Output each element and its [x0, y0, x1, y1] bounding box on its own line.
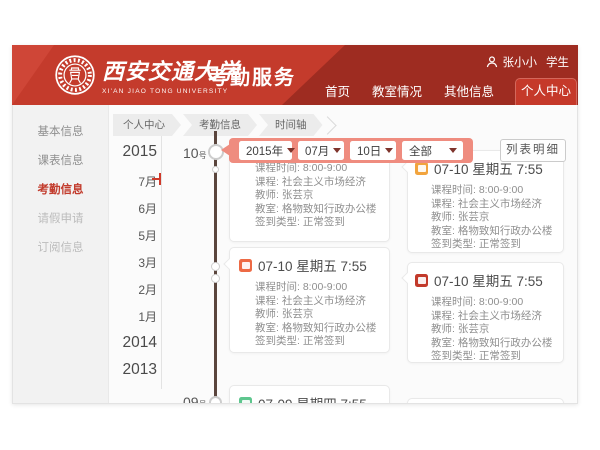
scale-year-2014[interactable]: 2014	[123, 334, 157, 352]
attendance-card-2: 07-10 星期五 7:55 课程时间: 8:00-9:00 课程: 社会主义市…	[229, 247, 390, 353]
nav-tab-personal-center-active[interactable]: 个人中心	[515, 78, 577, 105]
caret-down-icon	[385, 148, 393, 153]
attendance-card-3-partial: 07-09 星期四 7:55	[229, 385, 390, 404]
timeline-dot-small	[212, 166, 219, 173]
calendar-ok-icon	[239, 397, 252, 405]
breadcrumb-attendance-info[interactable]: 考勤信息	[183, 114, 257, 136]
month-scale: 2015 7月 6月 5月 3月 2月 1月 2014 2013	[71, 105, 159, 404]
scale-year-2013[interactable]: 2013	[123, 361, 157, 379]
timeline-dot-day09	[209, 396, 222, 405]
calendar-absent-icon	[415, 274, 428, 287]
list-detail-button[interactable]: 列表明细	[500, 139, 566, 162]
breadcrumb-timeline[interactable]: 时间轴	[259, 114, 323, 136]
university-emblem-logo	[54, 54, 96, 96]
scale-month-jan[interactable]: 1月	[138, 308, 157, 325]
card-date-title: 07-09 星期四 7:55	[258, 393, 367, 404]
month-select[interactable]: 07月	[298, 141, 344, 160]
user-info[interactable]: 张小小 学生	[486, 54, 570, 70]
person-icon	[486, 56, 498, 68]
month-scale-axis	[161, 136, 162, 389]
page: 西安交通大学 XI'AN JIAO TONG UNIVERSITY 考勤服务 张…	[0, 0, 600, 450]
day-label-09: 09号	[183, 394, 207, 404]
app-header: 西安交通大学 XI'AN JIAO TONG UNIVERSITY 考勤服务 张…	[12, 45, 578, 105]
card-date-title: 07-10 星期五 7:55	[258, 255, 367, 275]
service-title: 考勤服务	[208, 61, 296, 90]
filter-bar: 2015年 07月 10日 全部	[229, 138, 473, 163]
day-select[interactable]: 10日	[350, 141, 396, 160]
scale-year-2015[interactable]: 2015	[123, 143, 157, 161]
scale-month-mar[interactable]: 3月	[138, 254, 157, 271]
main-nav: 首页 教室情况 其他信息 个人中心	[314, 78, 577, 105]
user-name: 张小小	[503, 54, 538, 70]
caret-down-icon	[333, 148, 341, 153]
day-label-10: 10号	[183, 145, 207, 161]
user-role: 学生	[546, 54, 569, 70]
window-body: 基本信息 课表信息 考勤信息 请假申请 订阅信息 个人中心 考勤信息 时间轴 2…	[12, 105, 578, 404]
nav-home[interactable]: 首页	[314, 79, 361, 105]
attendance-card-1: 课程时间: 8:00-9:00 课程: 社会主义市场经济 教师: 张芸京 教室:…	[229, 150, 390, 242]
calendar-signin-icon	[239, 259, 252, 272]
scale-month-may[interactable]: 5月	[138, 227, 157, 244]
scale-month-feb[interactable]: 2月	[138, 281, 157, 298]
card-date-title: 07-10 星期五 7:55	[434, 270, 543, 290]
timeline-dot-mid-1	[211, 262, 220, 271]
caret-down-icon	[449, 148, 457, 153]
scale-month-jul[interactable]: 7月	[138, 173, 157, 190]
nav-other-info[interactable]: 其他信息	[433, 79, 505, 105]
breadcrumb-tail-chevron-icon	[318, 116, 336, 134]
year-select[interactable]: 2015年	[239, 141, 292, 160]
calendar-pending-icon	[415, 162, 428, 175]
attendance-card-5: 07-10 星期五 7:55 课程时间: 8:00-9:00 课程: 社会主义市…	[407, 262, 564, 363]
timeline-dot-mid-2	[211, 274, 220, 283]
header-corner-highlight	[12, 45, 54, 105]
current-month-marker-dash	[152, 178, 160, 180]
nav-classroom[interactable]: 教室情况	[361, 79, 433, 105]
type-select[interactable]: 全部	[402, 141, 463, 160]
scale-month-jun[interactable]: 6月	[138, 200, 157, 217]
attendance-app-window: 西安交通大学 XI'AN JIAO TONG UNIVERSITY 考勤服务 张…	[12, 45, 578, 404]
attendance-card-6-partial	[407, 398, 564, 404]
attendance-card-4: 07-10 星期五 7:55 课程时间: 8:00-9:00 课程: 社会主义市…	[407, 150, 564, 253]
caret-down-icon	[287, 148, 295, 153]
